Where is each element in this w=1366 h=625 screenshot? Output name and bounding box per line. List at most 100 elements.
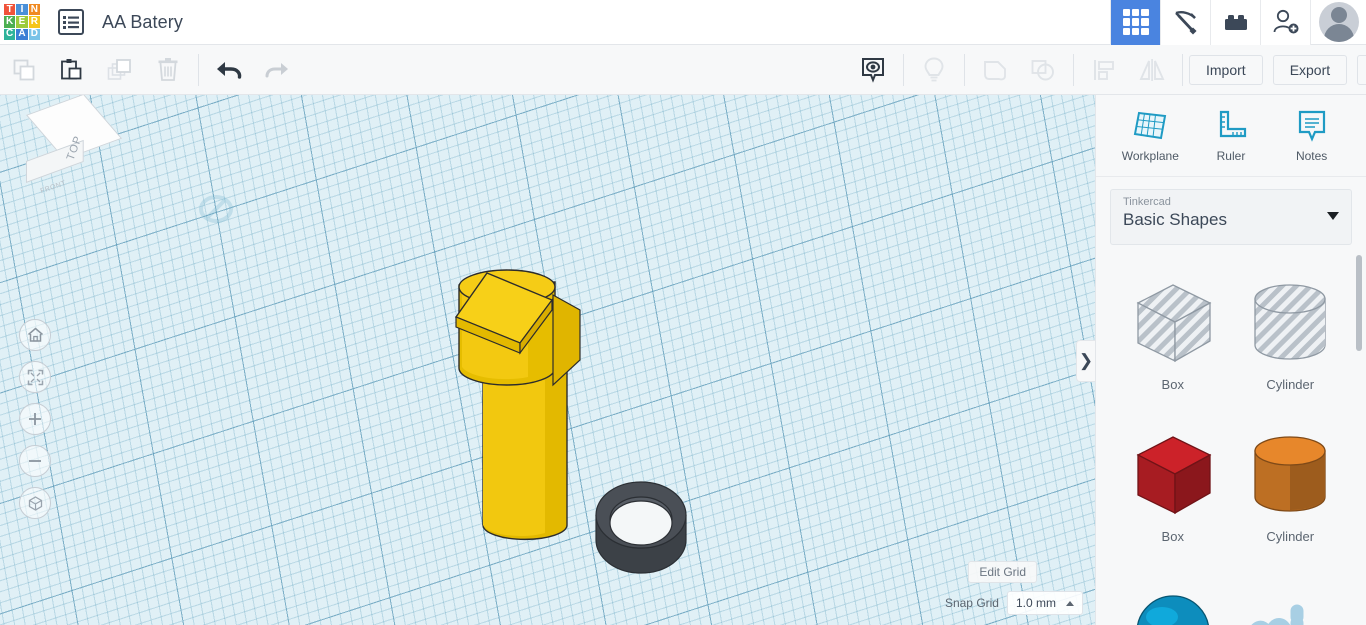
- zoom-out-icon[interactable]: [19, 445, 51, 477]
- delete-trash-icon[interactable]: [144, 45, 192, 95]
- gray-ring-tube: [595, 481, 687, 574]
- ruler-tool[interactable]: Ruler: [1195, 108, 1267, 163]
- logo-letter-k: K: [4, 16, 16, 28]
- duplicate-icon[interactable]: [96, 45, 144, 95]
- logo-letter-n: N: [28, 4, 40, 16]
- mirror-flip-icon[interactable]: [1128, 45, 1176, 95]
- view-cube[interactable]: TOP FRONT: [18, 95, 123, 205]
- chevron-right-icon[interactable]: ❯: [1076, 340, 1095, 382]
- ruler-label: Ruler: [1216, 149, 1246, 163]
- add-person-icon[interactable]: [1260, 0, 1310, 45]
- group-shapes-icon[interactable]: [1019, 45, 1067, 95]
- snap-grid-value: 1.0 mm: [1015, 596, 1056, 610]
- shape-library-dropdown[interactable]: Tinkercad Basic Shapes: [1110, 189, 1352, 245]
- avatar[interactable]: [1310, 0, 1366, 45]
- 3d-canvas[interactable]: TOP FRONT ❯ Edit Grid Snap Grid 1.0 mm: [0, 95, 1095, 625]
- view-cube-front-label: FRONT: [39, 179, 68, 196]
- workplane-label: Workplane: [1121, 149, 1179, 163]
- import-button[interactable]: Import: [1189, 54, 1263, 85]
- logo-letter-grid: TINKERCAD: [4, 4, 40, 40]
- top-bar: TINKERCAD AA Batery: [0, 0, 1366, 45]
- grid-glyph: [1122, 9, 1149, 35]
- file-action-group: Import Export Send To: [1189, 45, 1366, 95]
- zoom-in-icon[interactable]: [19, 403, 51, 435]
- shape-panel-scrollbar[interactable]: [1356, 255, 1362, 617]
- view-callout-icon[interactable]: [849, 45, 897, 95]
- library-label: Basic Shapes: [1123, 210, 1227, 229]
- shape-item-cylinder-1[interactable]: Cylinder: [1232, 267, 1350, 419]
- logo-letter-r: R: [28, 16, 40, 28]
- tinkercad-logo[interactable]: TINKERCAD: [0, 0, 44, 45]
- home-view-icon[interactable]: [19, 319, 51, 351]
- toolbar-divider: [964, 53, 965, 86]
- shape-library-grid: Box Cylinder Box Cylinder: [1096, 253, 1366, 625]
- page-title[interactable]: AA Batery: [102, 12, 183, 33]
- snap-grid-control: Snap Grid 1.0 mm: [945, 591, 1083, 615]
- send-to-button[interactable]: Send To: [1357, 54, 1366, 85]
- apps-grid-icon[interactable]: [1110, 0, 1160, 45]
- box-shape-icon: [1118, 425, 1228, 525]
- top-icon-group: [1110, 0, 1366, 45]
- edit-toolbar: Import Export Send To: [0, 45, 1366, 95]
- scene-objects[interactable]: [0, 95, 1095, 625]
- shape-item-sphere-4[interactable]: [1114, 571, 1232, 625]
- workplane-tool[interactable]: Workplane: [1114, 108, 1186, 163]
- toolbar-divider: [903, 53, 904, 86]
- logo-letter-c: C: [4, 28, 16, 40]
- toolbar-divider: [1182, 53, 1183, 86]
- toolbar-divider: [198, 53, 199, 86]
- list-icon[interactable]: [58, 9, 84, 35]
- shape-item-box-0[interactable]: Box: [1114, 267, 1232, 419]
- shape-label: Cylinder: [1266, 377, 1315, 392]
- perspective-toggle-icon[interactable]: [19, 487, 51, 519]
- shape-item-box-2[interactable]: Box: [1114, 419, 1232, 571]
- logo-letter-i: I: [16, 4, 28, 16]
- notes-tool[interactable]: Notes: [1276, 108, 1348, 163]
- cylinder-shape-icon: [1235, 273, 1345, 373]
- sphere-shape-icon: [1118, 577, 1228, 625]
- right-panel: Workplane Ruler Notes Tinkercad Basic Sh…: [1095, 95, 1366, 625]
- edit-grid-button[interactable]: Edit Grid: [968, 561, 1037, 583]
- shape-label: Box: [1161, 377, 1184, 392]
- lightbulb-icon[interactable]: [910, 45, 958, 95]
- shape-blob-icon[interactable]: [971, 45, 1019, 95]
- shape-label: Cylinder: [1266, 529, 1315, 544]
- chevron-down-icon: [1327, 212, 1339, 220]
- notes-label: Notes: [1295, 149, 1328, 163]
- snap-grid-label: Snap Grid: [944, 596, 999, 610]
- fit-to-view-icon[interactable]: [19, 361, 51, 393]
- shape-item-scribble-5[interactable]: [1232, 571, 1350, 625]
- ruler-icon: [1219, 110, 1247, 138]
- scrollbar-thumb[interactable]: [1356, 255, 1362, 351]
- redo-icon[interactable]: [253, 45, 301, 95]
- box-shape-icon: [1118, 273, 1228, 373]
- minecraft-pickaxe-icon[interactable]: [1160, 0, 1210, 45]
- view-tool-group: [849, 45, 1189, 95]
- view-nav-buttons: [19, 319, 51, 529]
- logo-letter-t: T: [4, 4, 16, 16]
- snap-grid-select[interactable]: 1.0 mm: [1006, 591, 1083, 615]
- copy-icon[interactable]: [0, 45, 48, 95]
- edit-tool-group: [0, 45, 301, 95]
- logo-letter-d: D: [28, 28, 40, 40]
- paste-icon[interactable]: [48, 45, 96, 95]
- export-button[interactable]: Export: [1272, 54, 1348, 85]
- library-sub-label: Tinkercad: [1123, 196, 1171, 208]
- panel-tool-row: Workplane Ruler Notes: [1096, 95, 1366, 177]
- shape-item-cylinder-3[interactable]: Cylinder: [1232, 419, 1350, 571]
- logo-letter-a: A: [16, 28, 28, 40]
- undo-icon[interactable]: [205, 45, 253, 95]
- tinkercad-app: TINKERCAD AA Batery Import Export TOP FR…: [0, 0, 1366, 625]
- logo-letter-e: E: [16, 16, 28, 28]
- lego-brick-icon[interactable]: [1210, 0, 1260, 45]
- cylinder-shape-icon: [1235, 425, 1345, 525]
- scribble-shape-icon: [1235, 577, 1345, 625]
- shape-label: Box: [1161, 529, 1184, 544]
- toolbar-divider: [1073, 53, 1074, 86]
- battery-right-edge: [552, 293, 581, 387]
- workplane-grid-icon: [1134, 111, 1167, 140]
- notes-callout-icon: [1298, 110, 1325, 142]
- caret-up-icon: [1066, 600, 1074, 606]
- avatar-image: [1318, 2, 1359, 42]
- align-icon[interactable]: [1080, 45, 1128, 95]
